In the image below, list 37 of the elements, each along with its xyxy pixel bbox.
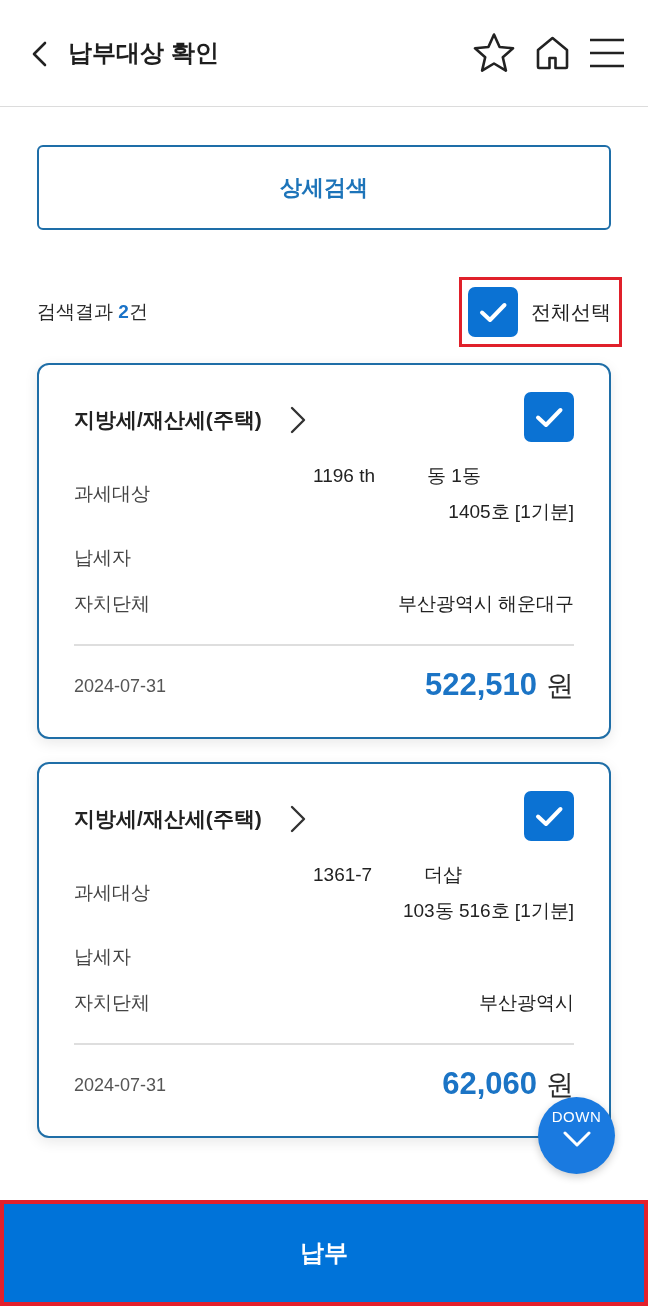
page-title: 납부대상 확인 (68, 38, 219, 68)
pay-button[interactable]: 납부 (0, 1200, 648, 1306)
detail-search-button[interactable]: 상세검색 (37, 145, 611, 230)
amount-value: 522,510 (424, 667, 537, 703)
chevron-right-icon (289, 805, 306, 833)
field-value: 부산광역시 (479, 991, 574, 1015)
field-label: 자치단체 (74, 592, 151, 616)
scroll-down-button[interactable]: DOWN (538, 1097, 615, 1174)
due-date: 2024-07-31 (74, 1074, 167, 1096)
field-label: 자치단체 (74, 991, 151, 1015)
back-icon[interactable] (31, 41, 47, 67)
field-value: 103동 516호 [1기분] (402, 899, 574, 923)
field-value: 1196 th (313, 465, 375, 487)
checkbox-icon[interactable] (524, 392, 574, 442)
bill-title-link[interactable]: 지방세/재산세(주택) (74, 406, 306, 434)
checkbox-icon[interactable] (524, 791, 574, 841)
field-label: 납세자 (74, 546, 132, 570)
bill-title-link[interactable]: 지방세/재산세(주택) (74, 805, 306, 833)
due-date: 2024-07-31 (74, 675, 167, 697)
field-label: 과세대상 (74, 881, 151, 905)
amount-value: 62,060 (442, 1066, 537, 1102)
field-value: 1405호 [1기분] (448, 500, 574, 524)
field-value: 더샵 (424, 863, 463, 887)
currency-unit: 원 (546, 669, 574, 703)
star-icon[interactable] (472, 32, 516, 74)
chevron-right-icon (289, 406, 306, 434)
field-value: 동 1동 (427, 464, 481, 488)
menu-icon[interactable] (589, 38, 625, 68)
home-icon[interactable] (536, 36, 569, 70)
field-value: 1361-7 (313, 864, 373, 886)
checkbox-icon[interactable] (468, 287, 518, 337)
search-result-count: 검색결과 2건 (37, 300, 148, 324)
select-all-toggle[interactable]: 전체선택 (459, 277, 622, 347)
chevron-down-icon (562, 1131, 591, 1147)
field-label: 과세대상 (74, 482, 151, 506)
field-value: 부산광역시 해운대구 (397, 592, 574, 616)
field-label: 납세자 (74, 945, 132, 969)
